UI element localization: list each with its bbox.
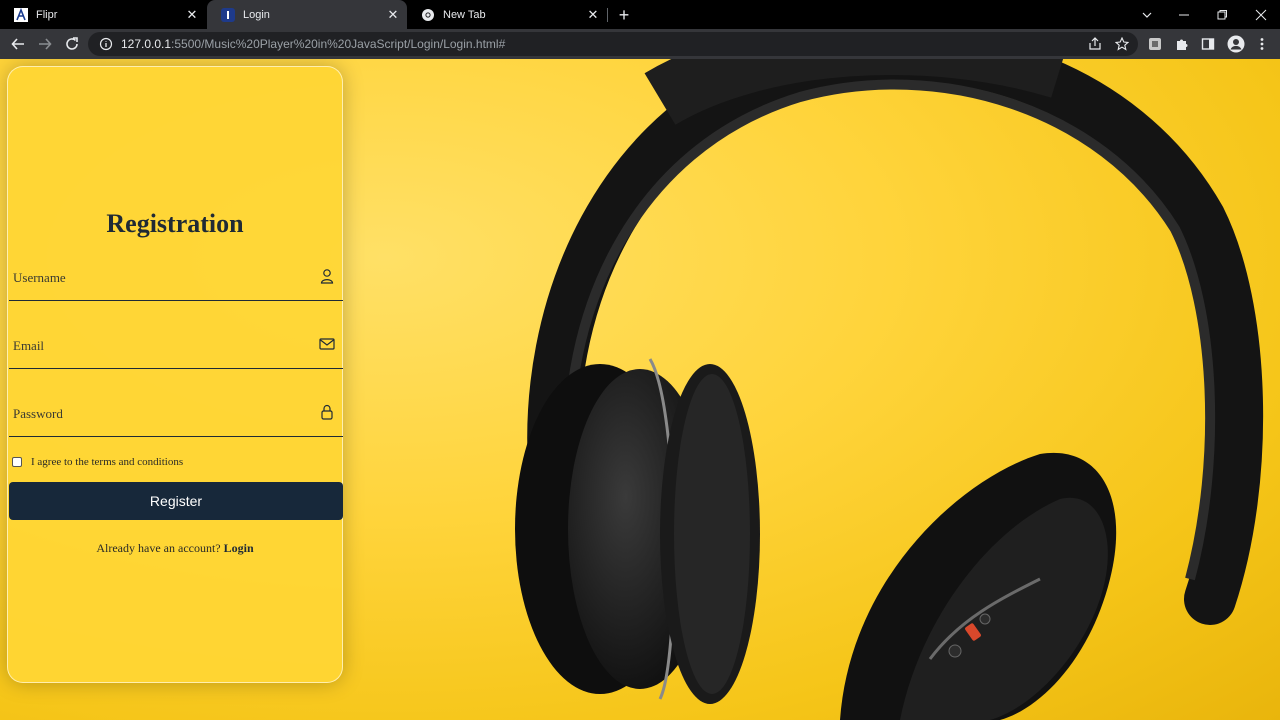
close-tab-icon[interactable]: ✕	[184, 7, 200, 23]
browser-toolbar: 127.0.0.1:5500/Music%20Player%20in%20Jav…	[0, 29, 1280, 59]
tab-divider	[607, 8, 608, 22]
address-bar[interactable]: 127.0.0.1:5500/Music%20Player%20in%20Jav…	[88, 32, 1138, 56]
minimize-icon[interactable]	[1165, 0, 1203, 29]
share-icon[interactable]	[1085, 34, 1105, 54]
register-button[interactable]: Register	[9, 482, 343, 520]
restore-icon[interactable]	[1203, 0, 1241, 29]
email-field[interactable]: Email	[9, 329, 343, 369]
email-label: Email	[13, 338, 45, 353]
tab-new-tab[interactable]: New Tab ✕	[407, 0, 607, 29]
site-info-icon[interactable]	[99, 37, 113, 51]
registration-card: Registration Username Email Password I a…	[7, 66, 343, 683]
form-title: Registration	[106, 209, 244, 238]
person-icon	[320, 269, 334, 284]
tab-flipr[interactable]: Flipr ✕	[0, 0, 206, 29]
already-account-text: Already have an account?	[96, 541, 221, 555]
username-label: Username	[13, 270, 66, 285]
terms-label: I agree to the terms and conditions	[31, 456, 184, 468]
tab-title: Flipr	[36, 8, 58, 21]
close-tab-icon[interactable]: ✕	[385, 7, 401, 23]
extension-icon[interactable]	[1145, 34, 1165, 54]
tab-strip: Flipr ✕ Login ✕ New Tab ✕ +	[0, 0, 1280, 29]
bookmark-star-icon[interactable]	[1112, 34, 1132, 54]
login-link[interactable]: Login	[224, 541, 254, 555]
lock-icon	[321, 404, 333, 420]
reload-icon[interactable]	[62, 34, 82, 54]
page-viewport: Registration Username Email Password I a…	[0, 59, 1280, 720]
close-tab-icon[interactable]: ✕	[585, 7, 601, 23]
kebab-menu-icon[interactable]	[1252, 34, 1272, 54]
back-arrow-icon[interactable]	[8, 34, 28, 54]
flipr-favicon-icon	[14, 7, 28, 22]
login-prompt: Already have an account? Login	[8, 541, 342, 556]
url-text: 127.0.0.1:5500/Music%20Player%20in%20Jav…	[121, 37, 505, 51]
close-window-icon[interactable]	[1242, 0, 1280, 29]
tab-search-icon[interactable]	[1128, 0, 1166, 29]
url-host: 127.0.0.1	[121, 37, 172, 51]
forward-arrow-icon[interactable]	[35, 34, 55, 54]
chrome-icon	[421, 8, 435, 22]
password-field[interactable]: Password	[9, 397, 343, 437]
mail-icon	[319, 338, 335, 350]
tab-title: New Tab	[443, 8, 486, 21]
side-panel-icon[interactable]	[1198, 34, 1218, 54]
tab-title: Login	[243, 8, 270, 21]
new-tab-button[interactable]: +	[614, 5, 634, 25]
password-label: Password	[13, 406, 63, 421]
profile-avatar-icon[interactable]	[1226, 34, 1246, 54]
puzzle-extensions-icon[interactable]	[1172, 34, 1192, 54]
username-field[interactable]: Username	[9, 261, 343, 301]
terms-checkbox[interactable]	[12, 457, 22, 467]
terms-agreement: I agree to the terms and conditions	[12, 456, 183, 468]
url-path: :5500/Music%20Player%20in%20JavaScript/L…	[171, 37, 506, 51]
tab-login[interactable]: Login ✕	[207, 0, 407, 29]
login-favicon-icon	[221, 7, 235, 22]
